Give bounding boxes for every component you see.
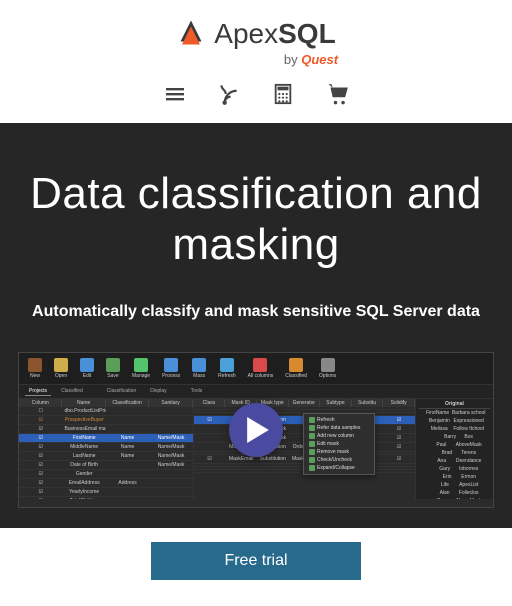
toolbar-btn: Edit xyxy=(75,356,99,381)
toolbar-btn: Open xyxy=(49,356,73,381)
menu-icon[interactable] xyxy=(162,81,188,107)
apexsql-logo-icon xyxy=(176,19,206,49)
cart-icon[interactable] xyxy=(324,81,350,107)
toolbar-btn: All columns xyxy=(243,356,279,381)
toolbar-btn: Mass xyxy=(187,356,211,381)
context-menu-item: Refer data samples xyxy=(306,424,372,432)
context-menu-item: Expand/Collapse xyxy=(306,464,372,472)
page-title: Data classification and masking xyxy=(14,169,498,270)
hero-section: Data classification and masking Automati… xyxy=(0,123,512,528)
toolbar-btn: Classified xyxy=(280,356,312,381)
cta-bar: Free trial xyxy=(0,528,512,598)
brand-name: ApexSQL xyxy=(214,18,335,50)
context-menu: RefreshRefer data samplesAdd new columnE… xyxy=(303,413,375,475)
product-video-preview[interactable]: NewOpenEditSaveManageProcessMassRefreshA… xyxy=(18,352,494,508)
context-menu-item: Edit mask xyxy=(306,440,372,448)
brand-logo[interactable]: ApexSQL xyxy=(0,0,512,54)
context-menu-item: Check/Uncheck xyxy=(306,456,372,464)
toolbar-btn: Save xyxy=(101,356,125,381)
context-menu-item: Refresh xyxy=(306,416,372,424)
play-icon xyxy=(247,417,269,443)
app-toolbar: NewOpenEditSaveManageProcessMassRefreshA… xyxy=(19,353,493,385)
play-button[interactable] xyxy=(229,403,283,457)
calculator-icon[interactable] xyxy=(270,81,296,107)
app-tabbar: ProjectsClassified ClassificationDisplay… xyxy=(19,385,493,399)
context-menu-item: Remove mask xyxy=(306,448,372,456)
toolbar-btn: Process xyxy=(157,356,185,381)
preview-panel: Original FirstNameBarbara schoolBenjamin… xyxy=(416,399,493,499)
context-menu-item: Add new column xyxy=(306,432,372,440)
toolbar-btn: Options xyxy=(314,356,341,381)
columns-grid: ColumnNameClassificationSanitary☐dbo.Pro… xyxy=(19,399,194,499)
free-trial-button[interactable]: Free trial xyxy=(151,542,361,580)
toolbar-btn: Refresh xyxy=(213,356,241,381)
brand-vendor: by Quest xyxy=(110,52,512,67)
toolbar-btn: Manage xyxy=(127,356,155,381)
page-subtitle: Automatically classify and mask sensitiv… xyxy=(14,300,498,324)
toolbar-btn: New xyxy=(23,356,47,381)
top-nav xyxy=(0,67,512,123)
blog-icon[interactable] xyxy=(216,81,242,107)
